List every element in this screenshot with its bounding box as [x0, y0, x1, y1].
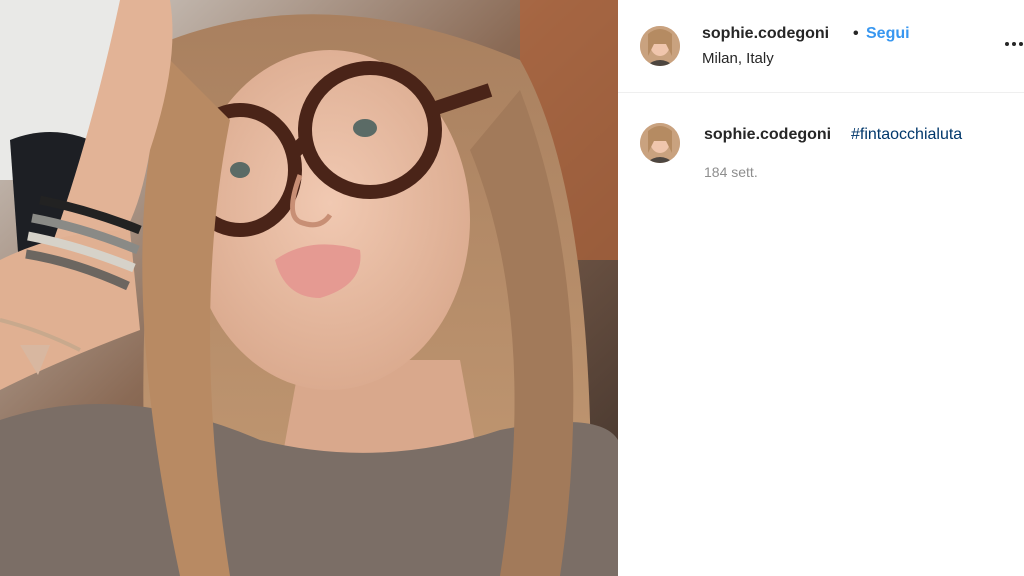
separator-dot: • — [853, 25, 859, 42]
location-link[interactable]: Milan, Italy — [702, 50, 774, 67]
avatar-image — [640, 26, 680, 66]
username-link[interactable]: sophie.codegoni — [702, 25, 829, 43]
hashtag-link[interactable]: #fintaocchialuta — [851, 126, 962, 144]
caption-avatar[interactable] — [640, 123, 680, 163]
post-header: sophie.codegoni • Segui Milan, Italy — [618, 0, 1024, 93]
timestamp[interactable]: 184 sett. — [704, 164, 758, 180]
caption-username-link[interactable]: sophie.codegoni — [704, 126, 831, 144]
follow-button[interactable]: Segui — [866, 25, 910, 43]
post-side-panel: sophie.codegoni • Segui Milan, Italy sop… — [618, 0, 1024, 576]
avatar-image — [640, 123, 680, 163]
post-photo[interactable] — [0, 0, 618, 576]
avatar[interactable] — [640, 26, 680, 66]
selfie-photo-illustration — [0, 0, 618, 576]
more-horizontal-icon[interactable] — [1005, 38, 1024, 50]
